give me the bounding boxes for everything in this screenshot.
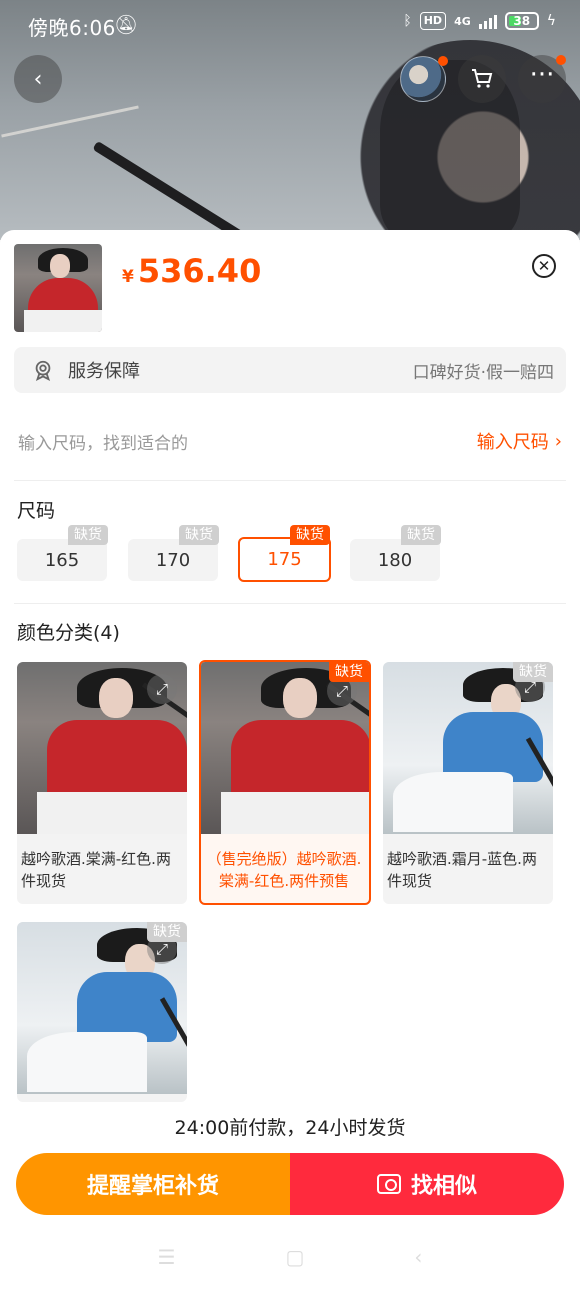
charging-icon: ϟ [546, 13, 556, 29]
bluetooth-icon: ᛒ [403, 13, 412, 29]
back-nav-icon[interactable]: ‹ [414, 1245, 422, 1269]
color-option-image: ⤢ [201, 662, 369, 834]
find-similar-button[interactable]: 找相似 [290, 1153, 564, 1215]
size-finder-row[interactable]: 输入尺码，找到适合的 输入尺码 › [18, 428, 562, 454]
status-icons: ᛒ HD 4G 38 ϟ [403, 12, 556, 30]
badge-ribbon-icon [35, 360, 51, 381]
shop-avatar[interactable] [400, 56, 448, 102]
status-time: 傍晚6:06 [28, 16, 116, 40]
service-guarantee-bar[interactable]: 服务保障 口碑好货·假一赔四 [14, 347, 566, 393]
out-of-stock-badge: 缺货 [179, 525, 219, 545]
action-bar: 提醒掌柜补货 找相似 [16, 1153, 564, 1215]
back-button[interactable]: ‹ [14, 55, 62, 103]
size-option-165[interactable]: 165 缺货 [17, 525, 108, 581]
color-option-1[interactable]: ⤢ 越吟歌酒.棠满-红色.两件现货 [17, 662, 187, 904]
close-button[interactable]: ✕ [532, 254, 556, 278]
service-label: 服务保障 [68, 361, 140, 382]
price-value: 536.40 [137, 252, 262, 290]
close-icon: ✕ [537, 256, 551, 275]
system-nav-bar: ☰ ▢ ‹ [0, 1225, 580, 1289]
out-of-stock-badge: 缺货 [68, 525, 108, 545]
color-option-2[interactable]: ⤢ 缺货 （售完绝版）越吟歌酒.棠满-红色.两件预售 [199, 660, 371, 905]
size-option-180[interactable]: 180 缺货 [350, 525, 441, 581]
out-of-stock-badge: 缺货 [290, 525, 330, 545]
price: ¥ 536.40 [122, 252, 261, 290]
currency-symbol: ¥ [122, 267, 134, 287]
status-bar: 傍晚6:06 🔕︎ ᛒ HD 4G 38 ϟ [0, 0, 580, 46]
more-button[interactable]: ··· [518, 55, 566, 103]
chevron-right-icon: › [554, 430, 562, 452]
signal-icon [478, 13, 497, 29]
color-section-title: 颜色分类(4) [17, 622, 120, 644]
cart-button[interactable] [458, 55, 506, 103]
out-of-stock-badge: 缺货 [513, 662, 553, 682]
color-option-caption: 越吟歌酒.棠满-红色.两件现货 [21, 850, 171, 890]
sku-selector-sheet: ¥ 536.40 ✕ 服务保障 口碑好货·假一赔四 输入尺码，找到适合的 输入尺… [0, 230, 580, 1289]
mute-icon: 🔕︎ [114, 14, 139, 36]
size-finder-link[interactable]: 输入尺码 › [477, 428, 562, 454]
color-option-4[interactable]: ⤢ 缺货 [17, 922, 187, 1102]
expand-icon[interactable]: ⤢ [147, 674, 177, 704]
home-icon[interactable]: ▢ [286, 1245, 305, 1269]
color-option-caption: （售完绝版）越吟歌酒.棠满-红色.两件预售 [206, 850, 362, 890]
find-similar-label: 找相似 [410, 1174, 477, 1199]
size-option-175[interactable]: 175 缺货 [238, 525, 331, 582]
divider [14, 603, 566, 604]
out-of-stock-badge: 缺货 [329, 662, 369, 682]
color-option-3[interactable]: ⤢ 缺货 越吟歌酒.霜月-蓝色.两件现货 [383, 662, 553, 904]
service-detail: 口碑好货·假一赔四 [412, 362, 554, 383]
back-arrow-icon: ‹ [33, 66, 43, 92]
product-thumbnail[interactable] [14, 244, 102, 332]
size-finder-hint: 输入尺码，找到适合的 [18, 433, 188, 454]
battery-icon: 38 [504, 12, 539, 30]
camera-icon [376, 1174, 401, 1194]
color-option-caption: 越吟歌酒.霜月-蓝色.两件现货 [387, 850, 537, 890]
divider [14, 480, 566, 481]
color-option-image: ⤢ [17, 922, 187, 1094]
shipping-note: 24:00前付款，24小时发货 [174, 1117, 406, 1139]
hd-badge: HD [419, 12, 447, 30]
network-label: 4G [454, 14, 471, 28]
size-option-170[interactable]: 170 缺货 [128, 525, 219, 581]
more-dots-icon: ··· [529, 60, 555, 90]
remind-restock-button[interactable]: 提醒掌柜补货 [16, 1153, 290, 1215]
size-section-title: 尺码 [17, 500, 56, 522]
cart-icon [472, 69, 493, 88]
color-option-image: ⤢ [17, 662, 187, 834]
out-of-stock-badge: 缺货 [147, 922, 187, 942]
color-option-image: ⤢ [383, 662, 553, 834]
out-of-stock-badge: 缺货 [401, 525, 441, 545]
menu-icon[interactable]: ☰ [158, 1245, 176, 1269]
